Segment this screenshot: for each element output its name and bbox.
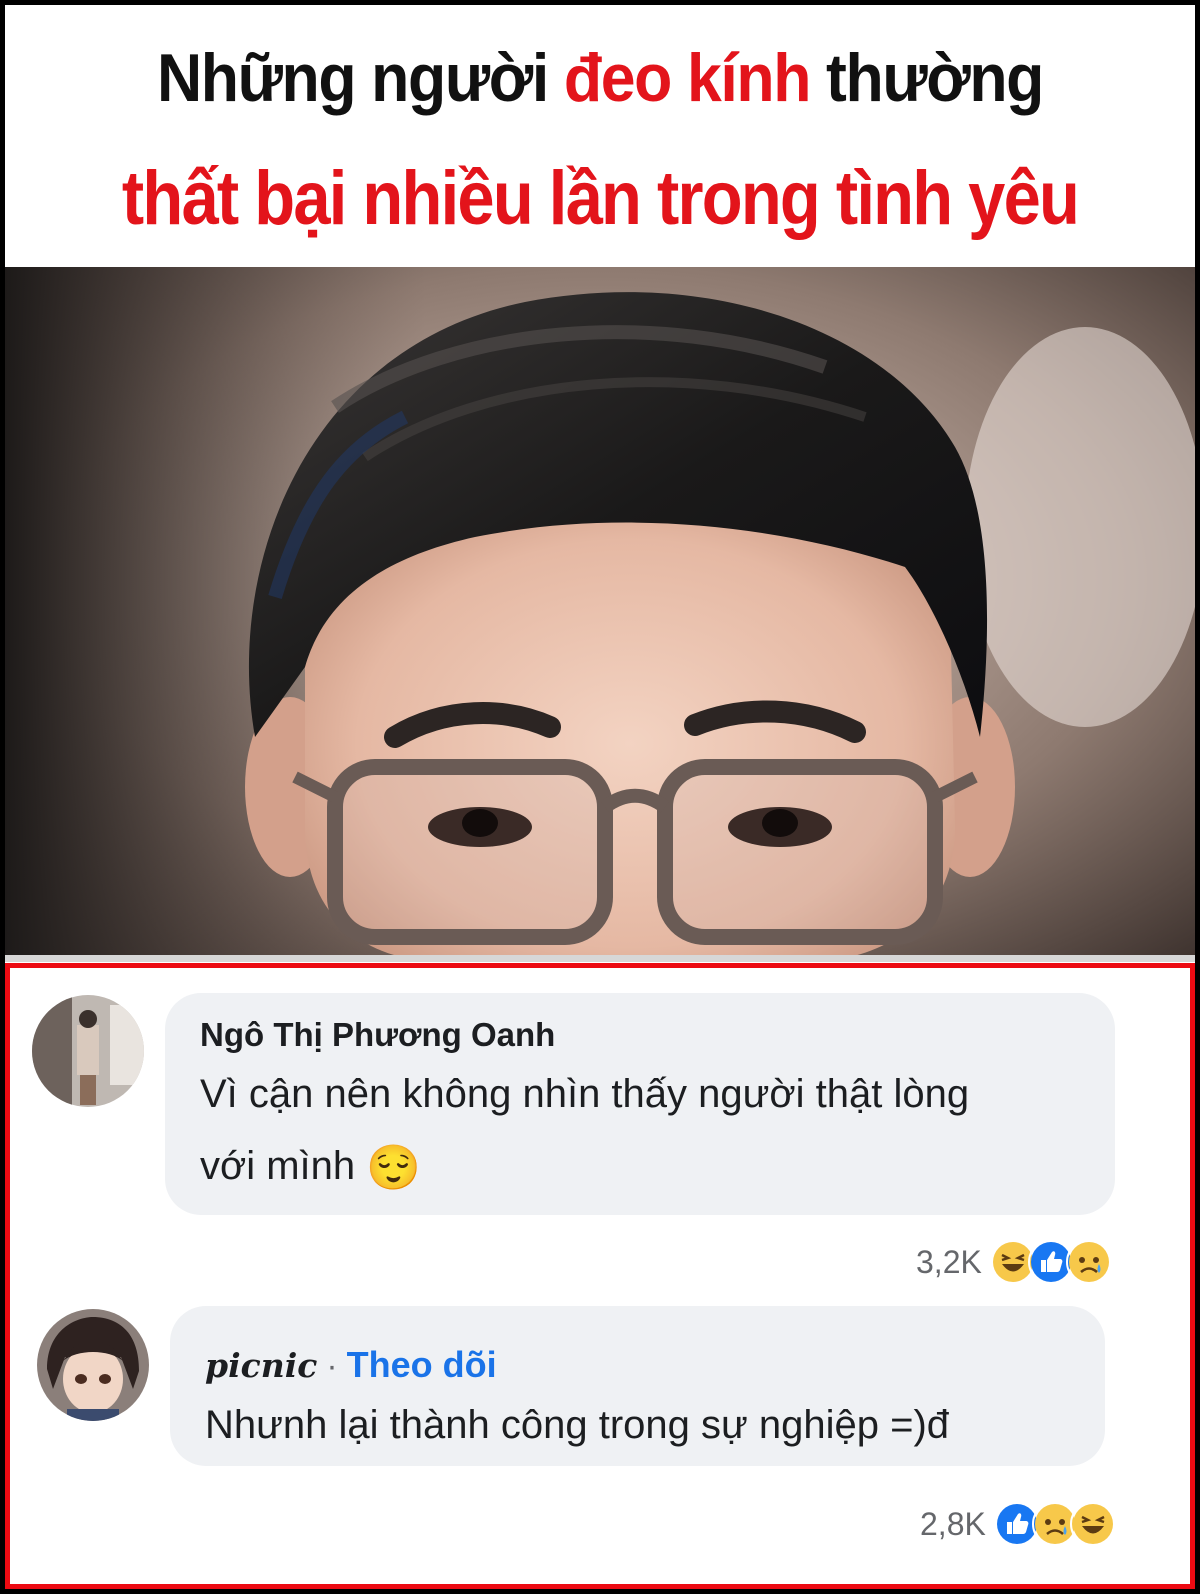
- comment-section: Ngô Thị Phương Oanh Vì cận nên không nhì…: [5, 963, 1195, 1589]
- headline-line-1: Những người đeo kính thường: [53, 39, 1148, 117]
- reaction-summary[interactable]: 3,2K: [916, 1239, 1112, 1285]
- comment-text: Nhưnh lại thành công trong sự nghiệp =)đ: [205, 1403, 950, 1447]
- follow-button[interactable]: Theo dõi: [347, 1344, 497, 1385]
- relieved-face-emoji: 😌: [366, 1143, 422, 1193]
- avatar[interactable]: [32, 995, 144, 1107]
- separator-dot: ·: [326, 1347, 338, 1384]
- comment-author[interactable]: picnic: [205, 1346, 317, 1385]
- headline-line-2: thất bại nhiều lần trong tình yêu: [121, 156, 1080, 241]
- headline-part-3: thường: [810, 40, 1044, 116]
- post-image: Những người đeo kính thường thất bại nhi…: [5, 5, 1195, 1589]
- avatar[interactable]: [37, 1309, 149, 1421]
- highlight-frame: Ngô Thị Phương Oanh Vì cận nên không nhì…: [5, 963, 1195, 1589]
- comment-text-cont: với mình: [200, 1144, 356, 1188]
- comment-text: Vì cận nên không nhìn thấy người thật lò…: [200, 1072, 970, 1116]
- reaction-count: 3,2K: [916, 1243, 982, 1280]
- headline-part-1: Những người: [156, 40, 564, 116]
- reaction-count: 2,8K: [920, 1505, 986, 1542]
- comment-text-line-2: với mình 😌: [200, 1130, 421, 1204]
- headline: Những người đeo kính thường thất bại nhi…: [5, 5, 1195, 267]
- comment-author[interactable]: Ngô Thị Phương Oanh: [200, 1016, 555, 1054]
- haha-icon: [1069, 1501, 1116, 1547]
- comment-author-row: picnic · Theo dõi: [205, 1344, 497, 1386]
- sad-icon: [1065, 1239, 1112, 1285]
- headline-highlight: đeo kính: [563, 40, 812, 116]
- reaction-summary[interactable]: 2,8K: [920, 1501, 1116, 1547]
- portrait-photo: [5, 267, 1195, 962]
